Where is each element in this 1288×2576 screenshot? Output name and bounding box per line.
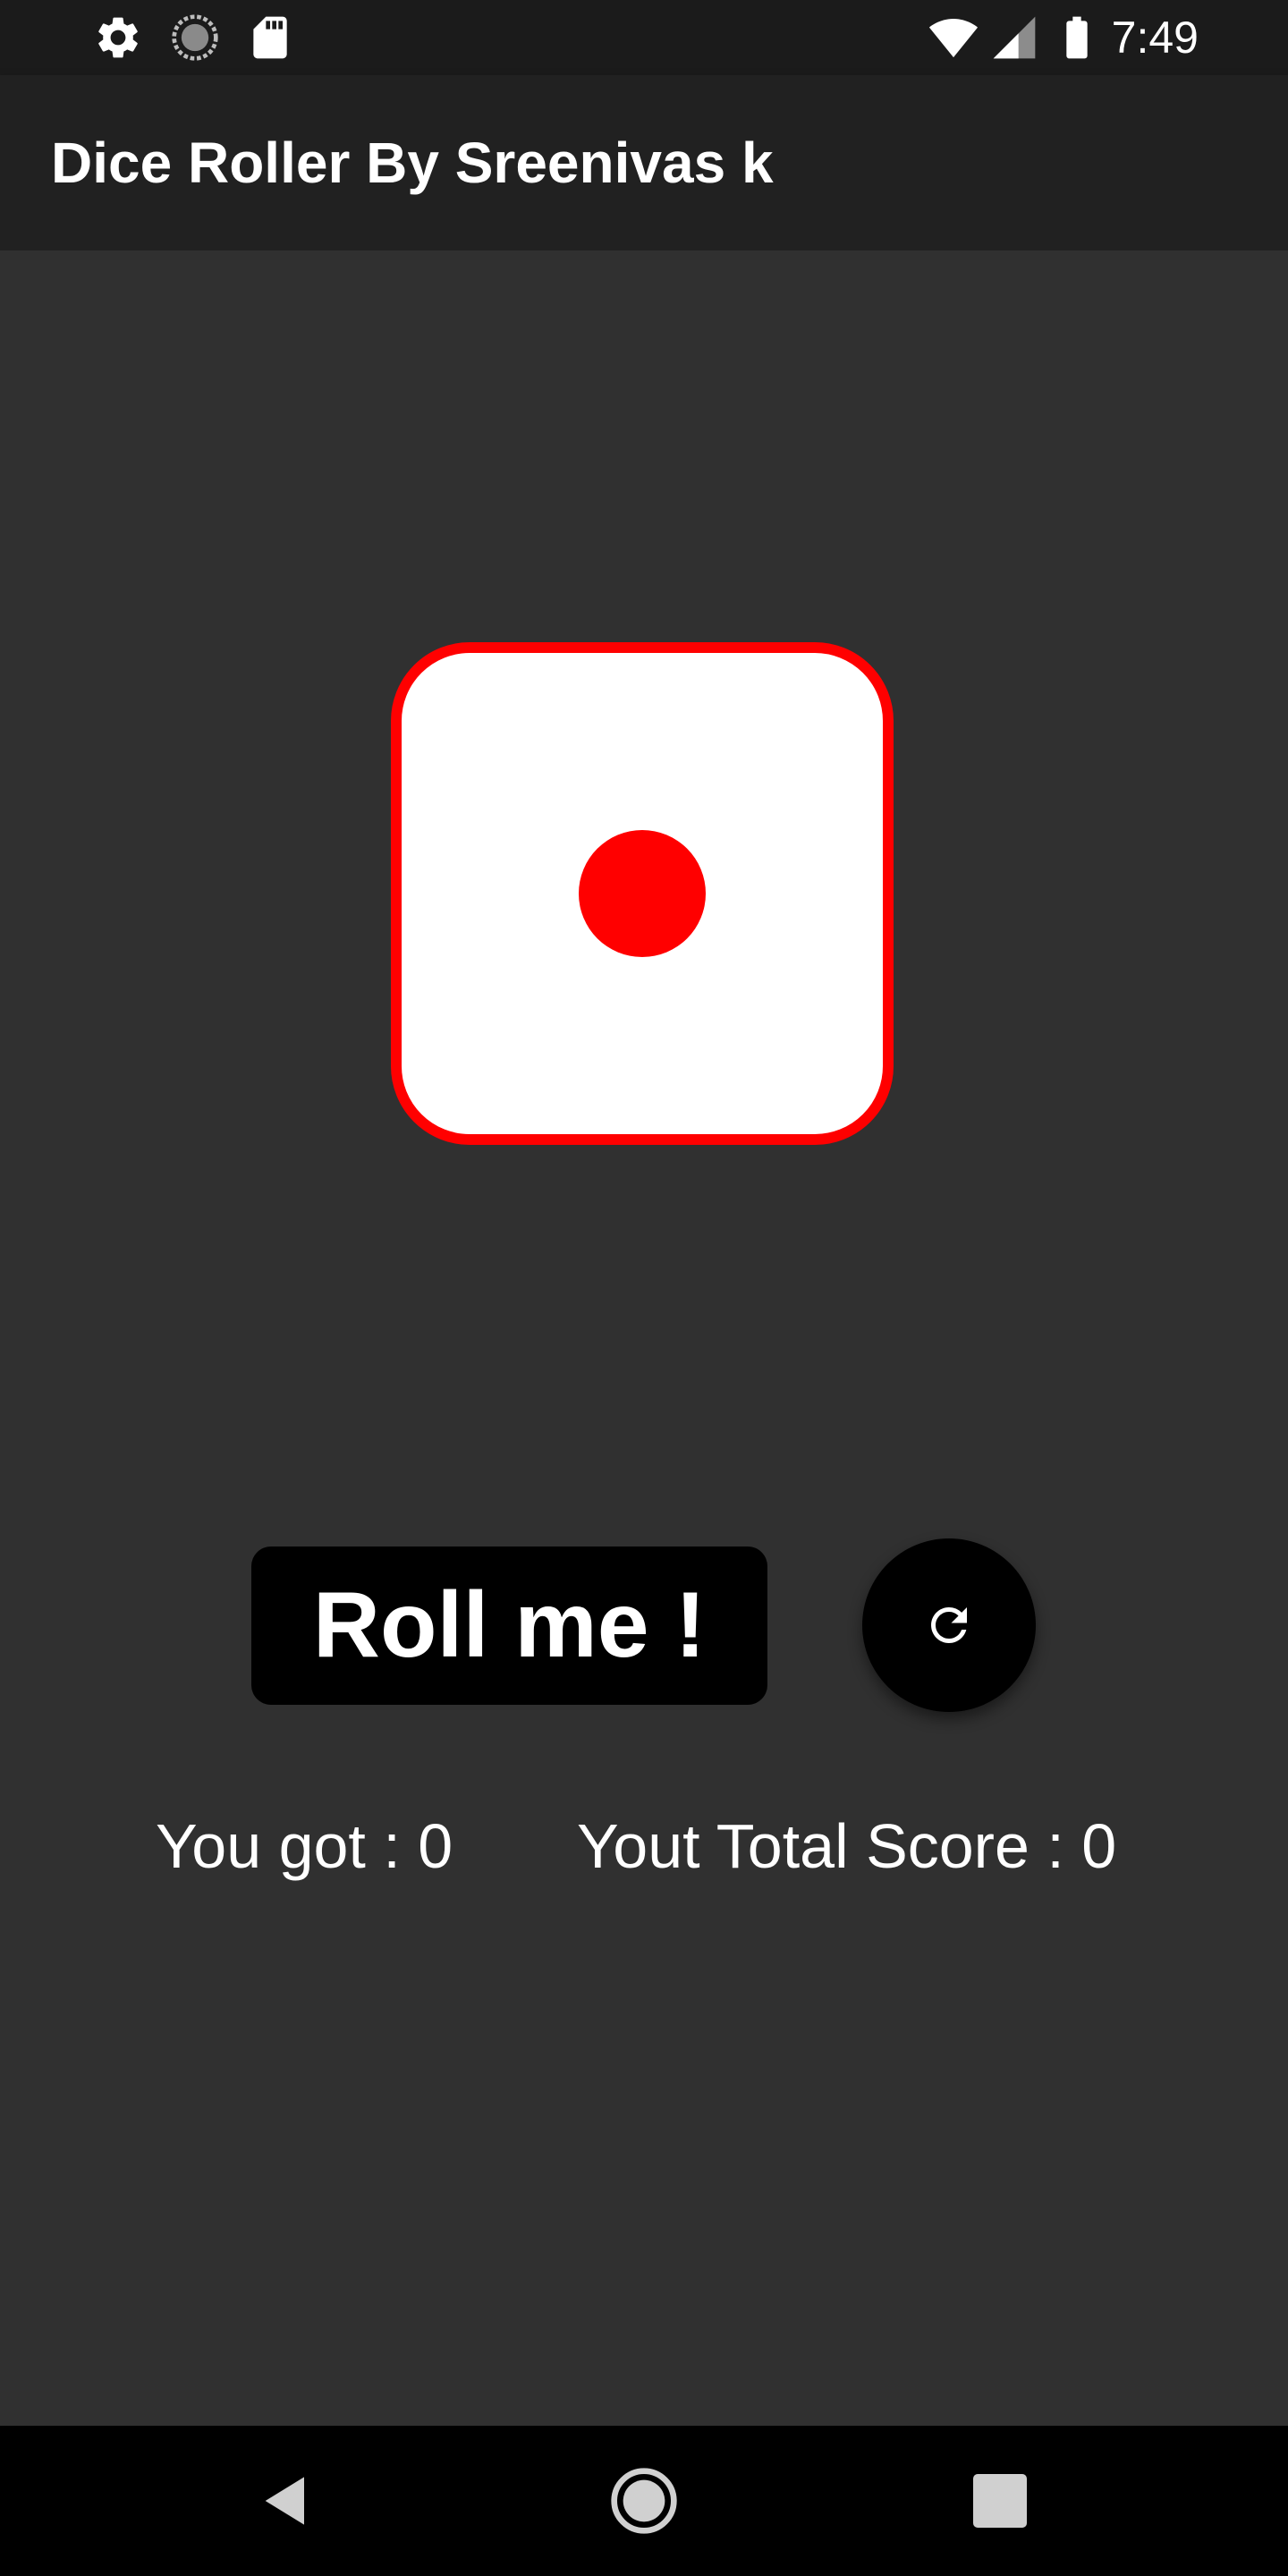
refresh-icon — [931, 1607, 967, 1643]
signal-icon — [993, 16, 1036, 59]
reset-button[interactable] — [862, 1538, 1036, 1712]
roll-button[interactable]: Roll me ! — [251, 1546, 767, 1705]
gear-icon — [98, 17, 138, 58]
navigation-bar — [0, 2426, 1288, 2576]
dice-pip — [579, 830, 706, 957]
app-bar: Dice Roller By Sreenivas k — [0, 75, 1288, 250]
dice-image — [391, 642, 894, 1145]
main-content — [0, 250, 1288, 2426]
loading-icon — [172, 14, 218, 61]
status-clock: 7:49 — [1111, 13, 1199, 63]
app-title: Dice Roller By Sreenivas k — [51, 131, 774, 195]
back-icon[interactable] — [250, 2465, 322, 2537]
sd-card-icon — [253, 16, 287, 59]
home-icon[interactable] — [608, 2465, 680, 2537]
recents-icon[interactable] — [964, 2465, 1036, 2537]
wifi-icon — [928, 19, 979, 58]
you-got-text: You got : 0 — [156, 1811, 453, 1881]
battery-icon — [1066, 16, 1088, 59]
total-score-text: Yout Total Score : 0 — [577, 1811, 1117, 1881]
status-bar: 7:49 — [0, 0, 1288, 75]
